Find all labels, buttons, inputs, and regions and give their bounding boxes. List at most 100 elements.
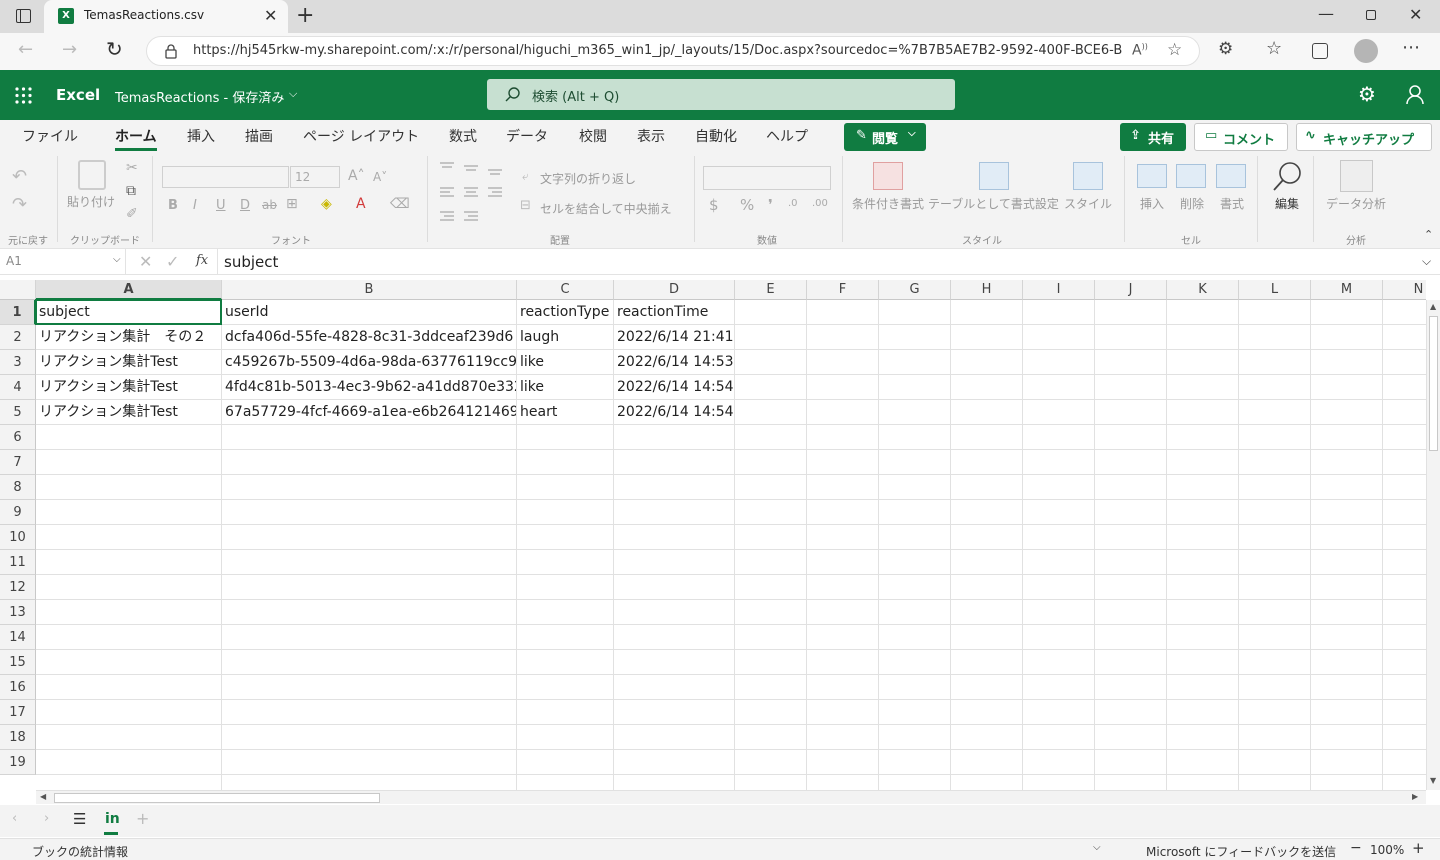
paste-icon[interactable] bbox=[78, 160, 106, 190]
app-launcher-icon[interactable] bbox=[15, 87, 32, 104]
feedback-link[interactable]: Microsoft にフィードバックを送信 bbox=[1146, 843, 1336, 860]
wrap-text-button[interactable]: 文字列の折り返し bbox=[540, 170, 636, 187]
all-sheets-icon[interactable]: ☰ bbox=[73, 810, 86, 828]
column-header-n[interactable]: N bbox=[1383, 280, 1426, 300]
add-sheet-icon[interactable]: + bbox=[136, 809, 149, 828]
zoom-level[interactable]: 100% bbox=[1370, 843, 1404, 857]
scroll-left-icon[interactable]: ◀ bbox=[40, 792, 46, 801]
cell-a3[interactable]: リアクション集計Test bbox=[36, 350, 221, 375]
refresh-icon[interactable]: ↻ bbox=[106, 37, 123, 61]
column-header-c[interactable]: C bbox=[517, 280, 614, 300]
sheet-tab[interactable]: in bbox=[105, 811, 120, 827]
minimize-icon[interactable]: — bbox=[1318, 4, 1334, 23]
delete-cells-button[interactable]: 削除 bbox=[1180, 195, 1204, 212]
decrease-decimal-icon[interactable]: .00 bbox=[812, 198, 828, 209]
strikethrough-icon[interactable]: ab bbox=[262, 198, 277, 212]
insert-function-icon[interactable]: fx bbox=[196, 253, 208, 268]
cell-a2[interactable]: リアクション集計 その２ bbox=[36, 325, 221, 350]
next-sheet-icon[interactable]: › bbox=[44, 811, 49, 826]
row-header-5[interactable]: 5 bbox=[0, 400, 36, 425]
insert-cells-button[interactable]: 挿入 bbox=[1140, 195, 1164, 212]
share-button[interactable]: ⇪ 共有 bbox=[1120, 123, 1186, 151]
cut-icon[interactable]: ✂ bbox=[126, 160, 138, 176]
collapse-ribbon-icon[interactable]: ⌃ bbox=[1424, 228, 1433, 241]
zoom-out-icon[interactable]: − bbox=[1350, 840, 1362, 856]
undo-icon[interactable]: ↶ bbox=[12, 166, 27, 187]
column-header-k[interactable]: K bbox=[1167, 280, 1239, 300]
column-header-l[interactable]: L bbox=[1239, 280, 1311, 300]
cell-styles-button[interactable]: スタイル bbox=[1064, 195, 1112, 212]
browser-tab[interactable]: X TemasReactions.csv ✕ bbox=[44, 0, 288, 33]
row-header-19[interactable]: 19 bbox=[0, 750, 36, 775]
grow-font-icon[interactable]: A˄ bbox=[348, 168, 365, 184]
row-header-8[interactable]: 8 bbox=[0, 475, 36, 500]
app-name[interactable]: Excel bbox=[56, 86, 100, 104]
favorites-icon[interactable]: ☆ bbox=[1266, 38, 1282, 59]
bold-icon[interactable]: B bbox=[168, 198, 178, 213]
font-color-icon[interactable]: A bbox=[356, 196, 366, 212]
window-close-icon[interactable]: ✕ bbox=[1409, 5, 1422, 24]
column-header-d[interactable]: D bbox=[614, 280, 735, 300]
cell-c4[interactable]: like bbox=[517, 375, 613, 400]
merge-center-button[interactable]: セルを結合して中央揃え bbox=[540, 200, 672, 217]
horizontal-scrollbar[interactable]: ◀ ▶ bbox=[36, 790, 1426, 804]
select-all-corner[interactable] bbox=[0, 280, 36, 300]
analyze-data-button[interactable]: データ分析 bbox=[1326, 195, 1386, 212]
column-header-f[interactable]: F bbox=[807, 280, 879, 300]
cell-d1[interactable]: reactionTime bbox=[614, 300, 734, 325]
redo-icon[interactable]: ↷ bbox=[12, 194, 27, 215]
tab-actions-icon[interactable] bbox=[16, 9, 31, 23]
cell-d3[interactable]: 2022/6/14 14:53 bbox=[614, 350, 734, 375]
vertical-scroll-thumb[interactable] bbox=[1429, 316, 1438, 451]
tab-draw[interactable]: 描画 bbox=[245, 126, 273, 146]
chevron-down-icon[interactable]: ⌵ bbox=[1093, 842, 1101, 853]
cell-a5[interactable]: リアクション集計Test bbox=[36, 400, 221, 425]
column-header-h[interactable]: H bbox=[951, 280, 1023, 300]
increase-decimal-icon[interactable]: .0 bbox=[788, 198, 798, 209]
cell-c5[interactable]: heart bbox=[517, 400, 613, 425]
row-header-17[interactable]: 17 bbox=[0, 700, 36, 725]
browser-menu-icon[interactable]: ⋯ bbox=[1402, 37, 1420, 58]
row-header-13[interactable]: 13 bbox=[0, 600, 36, 625]
tab-formulas[interactable]: 数式 bbox=[449, 126, 477, 146]
currency-icon[interactable]: $ bbox=[709, 196, 719, 214]
name-box[interactable]: A1 ⌵ bbox=[0, 249, 126, 274]
add-favorite-icon[interactable]: ☆ bbox=[1167, 40, 1182, 60]
clear-format-icon[interactable]: ⌫ bbox=[390, 196, 410, 212]
tab-file[interactable]: ファイル bbox=[22, 126, 78, 146]
conditional-format-button[interactable]: 条件付き書式 bbox=[852, 195, 924, 212]
collections-icon[interactable] bbox=[1312, 43, 1328, 59]
row-header-1[interactable]: 1 bbox=[0, 300, 36, 325]
cell-c1[interactable]: reactionType bbox=[517, 300, 613, 325]
column-header-m[interactable]: M bbox=[1311, 280, 1383, 300]
copy-icon[interactable]: ⧉ bbox=[126, 183, 136, 199]
row-header-14[interactable]: 14 bbox=[0, 625, 36, 650]
format-painter-icon[interactable]: ✐ bbox=[126, 206, 138, 222]
font-name-select[interactable] bbox=[162, 166, 289, 188]
row-header-6[interactable]: 6 bbox=[0, 425, 36, 450]
account-icon[interactable] bbox=[1406, 85, 1424, 105]
column-header-g[interactable]: G bbox=[879, 280, 951, 300]
row-header-3[interactable]: 3 bbox=[0, 350, 36, 375]
comma-icon[interactable]: ❜ bbox=[768, 196, 773, 214]
cell-b2[interactable]: dcfa406d-55fe-4828-8c31-3ddceaf239d6 bbox=[222, 325, 516, 350]
cell-c3[interactable]: like bbox=[517, 350, 613, 375]
tab-close-icon[interactable]: ✕ bbox=[264, 6, 277, 25]
fill-color-icon[interactable]: ◈ bbox=[321, 196, 332, 212]
format-cells-button[interactable]: 書式 bbox=[1220, 195, 1244, 212]
row-header-4[interactable]: 4 bbox=[0, 375, 36, 400]
profile-avatar[interactable] bbox=[1354, 39, 1378, 63]
tab-home[interactable]: ホーム bbox=[115, 126, 157, 146]
restore-icon[interactable] bbox=[1366, 10, 1376, 20]
url-field[interactable]: https://hj545rkw-my.sharepoint.com/:x:/r… bbox=[146, 36, 1200, 66]
font-size-select[interactable]: 12 bbox=[290, 166, 340, 188]
tab-page-layout[interactable]: ページ レイアウト bbox=[303, 126, 419, 146]
prev-sheet-icon[interactable]: ‹ bbox=[12, 811, 17, 826]
cell-a4[interactable]: リアクション集計Test bbox=[36, 375, 221, 400]
column-header-e[interactable]: E bbox=[735, 280, 807, 300]
workbook-statistics[interactable]: ブックの統計情報 bbox=[32, 843, 128, 860]
forward-icon[interactable]: → bbox=[62, 39, 77, 60]
cell-b1[interactable]: userId bbox=[222, 300, 516, 325]
zoom-in-icon[interactable]: + bbox=[1412, 839, 1425, 857]
column-header-b[interactable]: B bbox=[222, 280, 517, 300]
